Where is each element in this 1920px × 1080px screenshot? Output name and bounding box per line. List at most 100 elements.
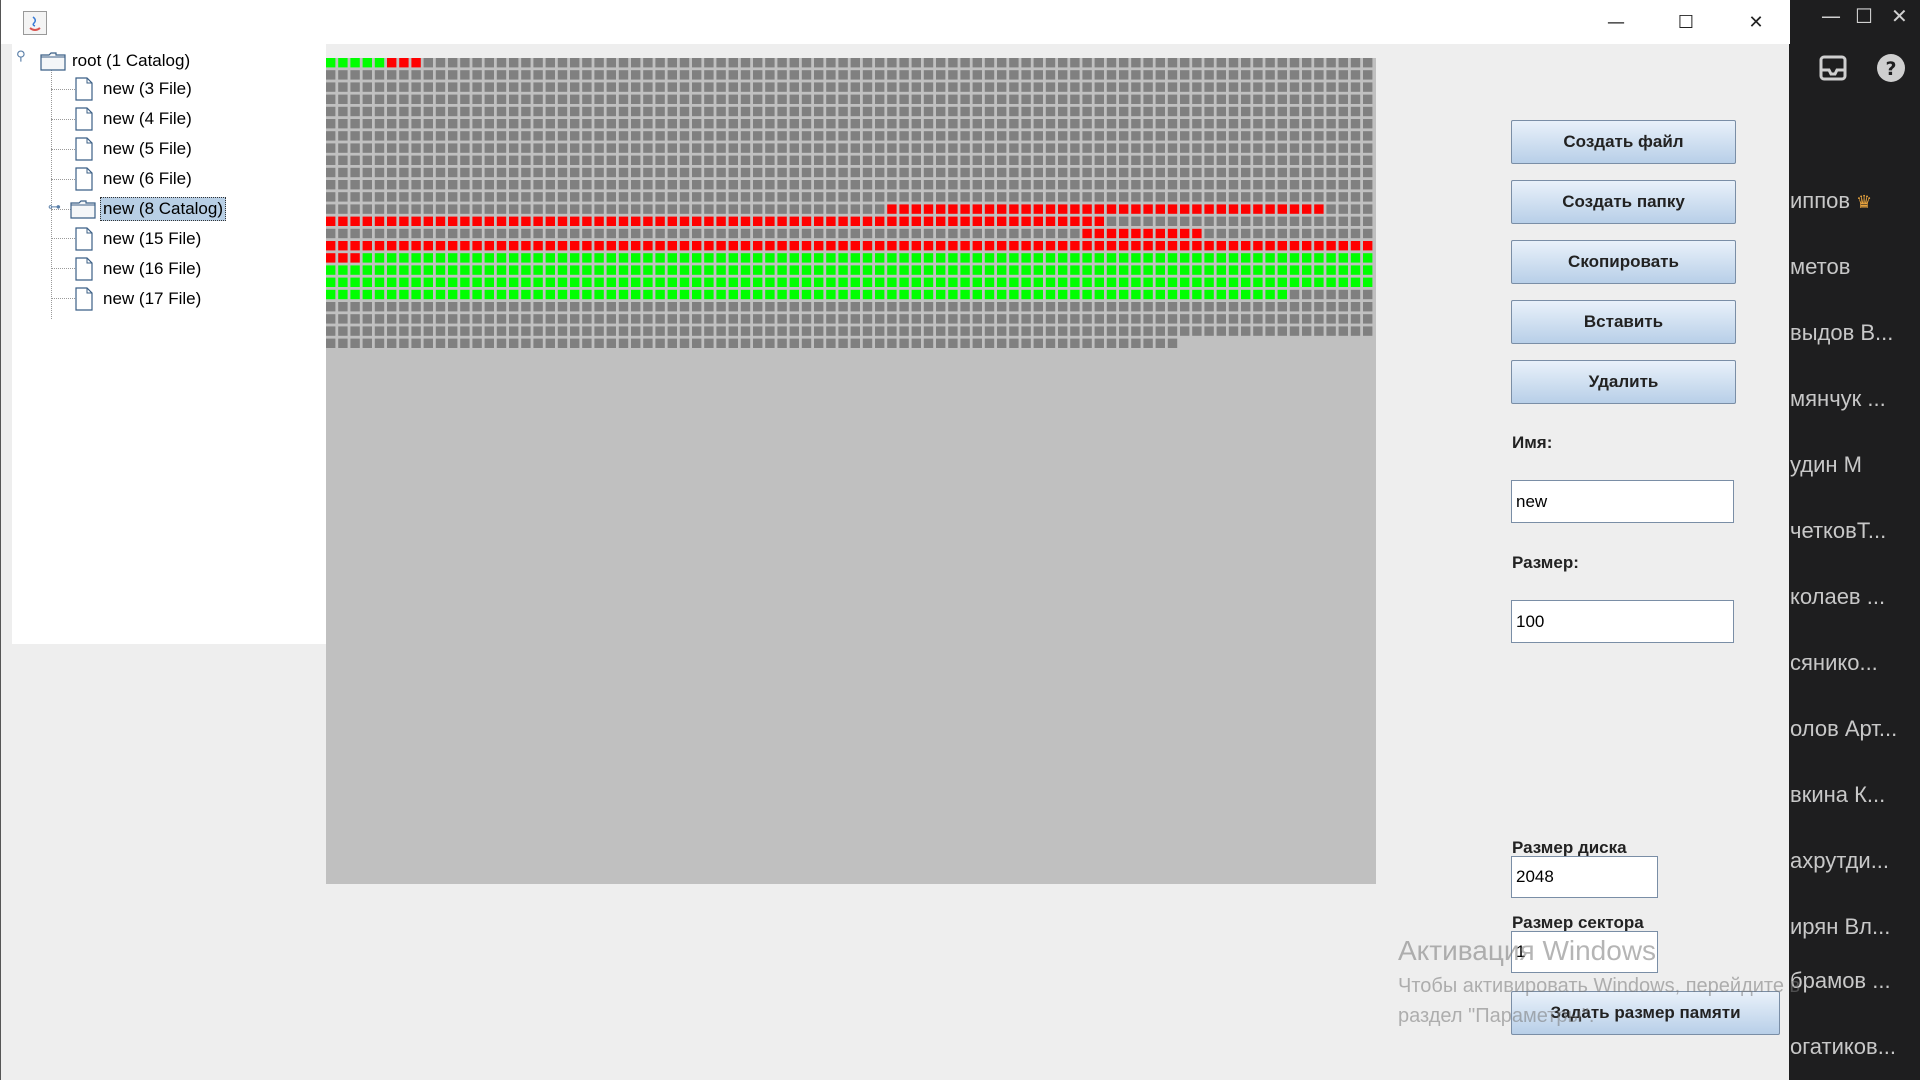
memory-sector-free — [1155, 338, 1165, 348]
bg-close-icon[interactable]: ✕ — [1891, 4, 1908, 28]
bg-list-item[interactable]: ирян Вл... — [1790, 914, 1918, 940]
create-file-button[interactable]: Создать файл — [1511, 120, 1736, 164]
paste-button[interactable]: Вставить — [1511, 300, 1736, 344]
copy-button[interactable]: Скопировать — [1511, 240, 1736, 284]
memory-sector-used — [1241, 204, 1251, 214]
tree-root[interactable]: root (1 Catalog) — [40, 48, 192, 74]
tree-item-folder[interactable]: new (8 Catalog) — [70, 196, 227, 222]
bg-list-item[interactable]: выдов В... — [1790, 320, 1918, 346]
memory-sector-free — [338, 82, 348, 92]
memory-sector-free — [1106, 82, 1117, 92]
memory-sector-selected — [545, 253, 555, 263]
memory-sector-used — [1143, 241, 1153, 251]
memory-sector-free — [948, 58, 958, 68]
bg-list-item[interactable]: огатиков... — [1790, 1034, 1918, 1060]
memory-sector-selected — [1143, 277, 1153, 287]
memory-sector-free — [496, 70, 507, 80]
tree-item-file[interactable]: new (6 File) — [74, 166, 194, 192]
memory-sector-free — [997, 58, 1007, 68]
memory-sector-free — [960, 155, 970, 165]
close-button[interactable]: ✕ — [1721, 0, 1791, 44]
memory-sector-free — [936, 70, 946, 80]
bg-list-item[interactable]: олов Арт... — [1790, 716, 1918, 742]
tree-item-file[interactable]: new (3 File) — [74, 76, 194, 102]
memory-sector-used — [850, 216, 860, 226]
memory-sector-free — [1180, 326, 1190, 336]
memory-sector-free — [472, 314, 482, 324]
disk-size-field[interactable]: 2048 — [1511, 856, 1658, 898]
memory-sector-free — [728, 180, 738, 190]
memory-sector-selected — [435, 253, 446, 263]
memory-sector-free — [1192, 106, 1202, 117]
maximize-button[interactable]: ☐ — [1651, 0, 1721, 44]
collapse-toggle-icon[interactable]: ⊶ — [48, 200, 61, 215]
expand-toggle-icon[interactable]: ⚲ — [16, 49, 26, 64]
tree-item-file[interactable]: new (4 File) — [74, 106, 194, 132]
memory-sector-selected — [704, 277, 714, 287]
tree-item-file[interactable]: new (5 File) — [74, 136, 194, 162]
bg-list-item[interactable]: ахрутди... — [1790, 848, 1918, 874]
memory-sector-used — [1033, 204, 1043, 214]
memory-sector-free — [679, 204, 690, 214]
memory-sector-free — [582, 302, 592, 312]
memory-sector-free — [1021, 302, 1031, 312]
memory-sector-free — [1192, 82, 1202, 92]
memory-sector-selected — [692, 277, 702, 287]
bg-list-item[interactable]: сянико... — [1790, 650, 1918, 676]
inbox-icon[interactable] — [1818, 53, 1848, 83]
bg-list-item[interactable]: вкина К... — [1790, 782, 1918, 808]
minimize-button[interactable]: — — [1581, 0, 1651, 44]
memory-sector-selected — [850, 265, 860, 275]
bg-list-item[interactable]: метов — [1790, 254, 1918, 280]
bg-minimize-icon[interactable]: — — [1821, 4, 1841, 28]
help-icon[interactable]: ? — [1876, 53, 1906, 83]
memory-sector-free — [716, 143, 726, 153]
name-field[interactable]: new — [1511, 480, 1734, 523]
memory-sector-free — [826, 143, 836, 153]
memory-sector-free — [411, 82, 421, 92]
memory-sector-free — [862, 106, 873, 117]
bg-list-item[interactable]: иппов ♛ — [1790, 188, 1918, 214]
memory-sector-free — [533, 302, 543, 312]
tree-item-file[interactable]: new (16 File) — [74, 256, 203, 282]
memory-sector-free — [1216, 192, 1226, 202]
bg-list-item[interactable]: мянчук ... — [1790, 386, 1918, 412]
memory-sector-free — [850, 119, 860, 129]
bg-list-item[interactable]: удин М — [1790, 452, 1918, 478]
memory-sector-free — [496, 155, 507, 165]
memory-sector-free — [1155, 131, 1165, 141]
memory-sector-free — [814, 58, 824, 68]
memory-sector-selected — [423, 277, 433, 287]
memory-sector-used — [448, 241, 458, 251]
memory-sector-free — [1277, 119, 1287, 129]
memory-sector-free — [997, 82, 1007, 92]
memory-sector-free — [777, 167, 787, 178]
memory-sector-free — [936, 82, 946, 92]
memory-sector-free — [838, 326, 848, 336]
memory-sector-free — [972, 70, 982, 80]
memory-sector-free — [1216, 314, 1226, 324]
tree-item-file[interactable]: new (17 File) — [74, 286, 203, 312]
memory-sector-free — [1228, 131, 1239, 141]
bg-list-item[interactable]: четковТ... — [1790, 518, 1918, 544]
create-folder-button[interactable]: Создать папку — [1511, 180, 1736, 224]
memory-sector-free — [1131, 82, 1141, 92]
bg-list-item[interactable]: брамов ... — [1790, 968, 1918, 994]
size-field[interactable]: 100 — [1511, 600, 1734, 643]
memory-map[interactable] — [326, 58, 1376, 884]
memory-sector-free — [728, 143, 738, 153]
memory-sector-free — [936, 131, 946, 141]
memory-sector-free — [704, 155, 714, 165]
memory-sector-selected — [338, 289, 348, 300]
memory-sector-free — [838, 228, 848, 239]
tree-item-file[interactable]: new (15 File) — [74, 226, 203, 252]
bg-maximize-icon[interactable]: ☐ — [1855, 4, 1873, 28]
memory-sector-selected — [1350, 253, 1361, 263]
memory-sector-free — [923, 314, 934, 324]
bg-list-item[interactable]: колаев ... — [1790, 584, 1918, 610]
memory-sector-selected — [960, 265, 970, 275]
memory-sector-free — [1082, 94, 1092, 104]
delete-button[interactable]: Удалить — [1511, 360, 1736, 404]
memory-sector-selected — [1314, 253, 1324, 263]
memory-sector-selected — [801, 277, 812, 287]
